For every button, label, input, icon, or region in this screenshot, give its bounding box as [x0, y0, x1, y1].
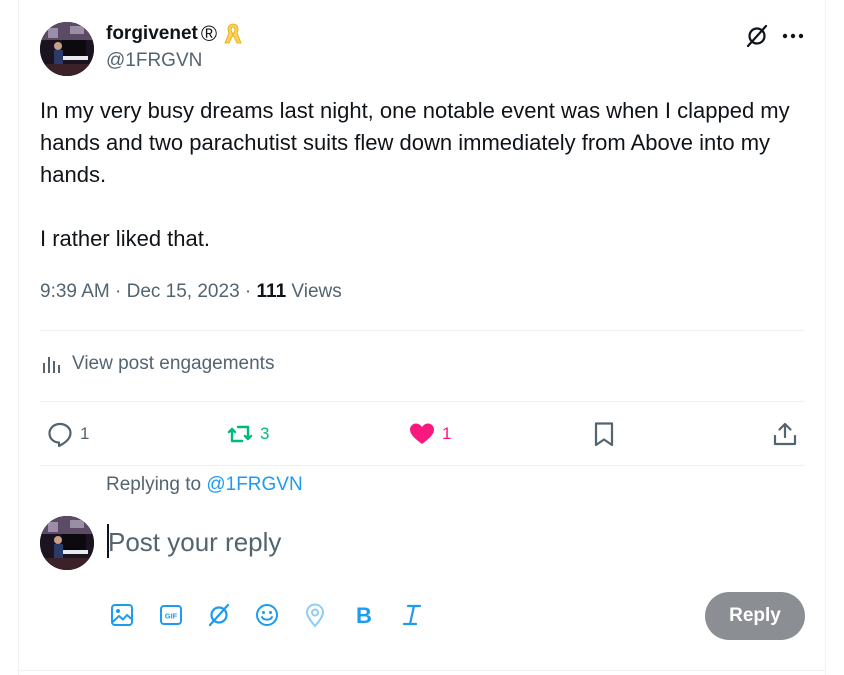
post-paragraph: I rather liked that.: [40, 226, 210, 251]
heart-icon: [410, 423, 434, 444]
emoji-icon[interactable]: [253, 601, 281, 629]
view-engagements-link[interactable]: View post engagements: [40, 352, 274, 376]
reply-action[interactable]: 1: [46, 420, 89, 448]
post-time[interactable]: 9:39 AM: [40, 281, 110, 302]
svg-text:GIF: GIF: [165, 612, 178, 621]
grok-icon[interactable]: [744, 23, 770, 49]
author-name[interactable]: forgivenet: [106, 22, 198, 46]
reply-count: 1: [80, 424, 90, 443]
reply-icon: [48, 422, 72, 448]
like-count: 1: [442, 424, 452, 443]
user-avatar[interactable]: [40, 516, 94, 570]
post-paragraph: In my very busy dreams last night, one n…: [40, 98, 790, 187]
location-icon[interactable]: [301, 601, 329, 629]
divider: [40, 465, 805, 466]
registered-mark: ®: [200, 21, 218, 46]
share-action[interactable]: [771, 420, 799, 448]
analytics-icon: [43, 357, 60, 373]
gif-icon[interactable]: GIF: [157, 601, 185, 629]
share-icon: [773, 422, 797, 446]
repost-count: 3: [260, 424, 270, 443]
repost-action[interactable]: 3: [226, 420, 269, 448]
reply-button[interactable]: Reply: [705, 592, 805, 640]
views-count: 111: [256, 281, 287, 302]
author-avatar[interactable]: [40, 22, 94, 76]
bookmark-action[interactable]: [590, 420, 618, 448]
meta-separator: ·: [244, 281, 252, 302]
image-icon[interactable]: [108, 601, 136, 629]
replying-to-handle[interactable]: @1FRGVN: [206, 474, 302, 495]
views-label: Views: [291, 281, 342, 302]
post-meta: 9:39 AM · Dec 15, 2023 · 111 Views: [40, 281, 342, 303]
author-display-name[interactable]: forgivenet ®: [106, 22, 244, 46]
awareness-ribbon-icon: [224, 23, 242, 44]
divider: [40, 401, 805, 402]
more-options-icon[interactable]: [780, 23, 806, 49]
reply-input[interactable]: [106, 522, 688, 562]
divider: [40, 330, 805, 331]
meta-separator: ·: [115, 281, 122, 302]
grok-icon[interactable]: [205, 601, 233, 629]
replying-to-label: Replying to: [106, 474, 202, 495]
bold-icon[interactable]: B: [350, 601, 378, 629]
post-date[interactable]: Dec 15, 2023: [127, 281, 240, 302]
like-action[interactable]: 1: [408, 420, 451, 448]
divider: [18, 670, 826, 671]
italic-icon[interactable]: [398, 601, 426, 629]
bookmark-icon: [594, 422, 614, 447]
text-caret: [107, 524, 109, 558]
author-handle[interactable]: @1FRGVN: [106, 50, 202, 72]
post-text: In my very busy dreams last night, one n…: [40, 95, 800, 255]
replying-to: Replying to @1FRGVN: [106, 474, 303, 496]
svg-text:B: B: [356, 603, 372, 628]
view-engagements-label[interactable]: View post engagements: [72, 353, 274, 375]
repost-icon: [227, 425, 253, 443]
